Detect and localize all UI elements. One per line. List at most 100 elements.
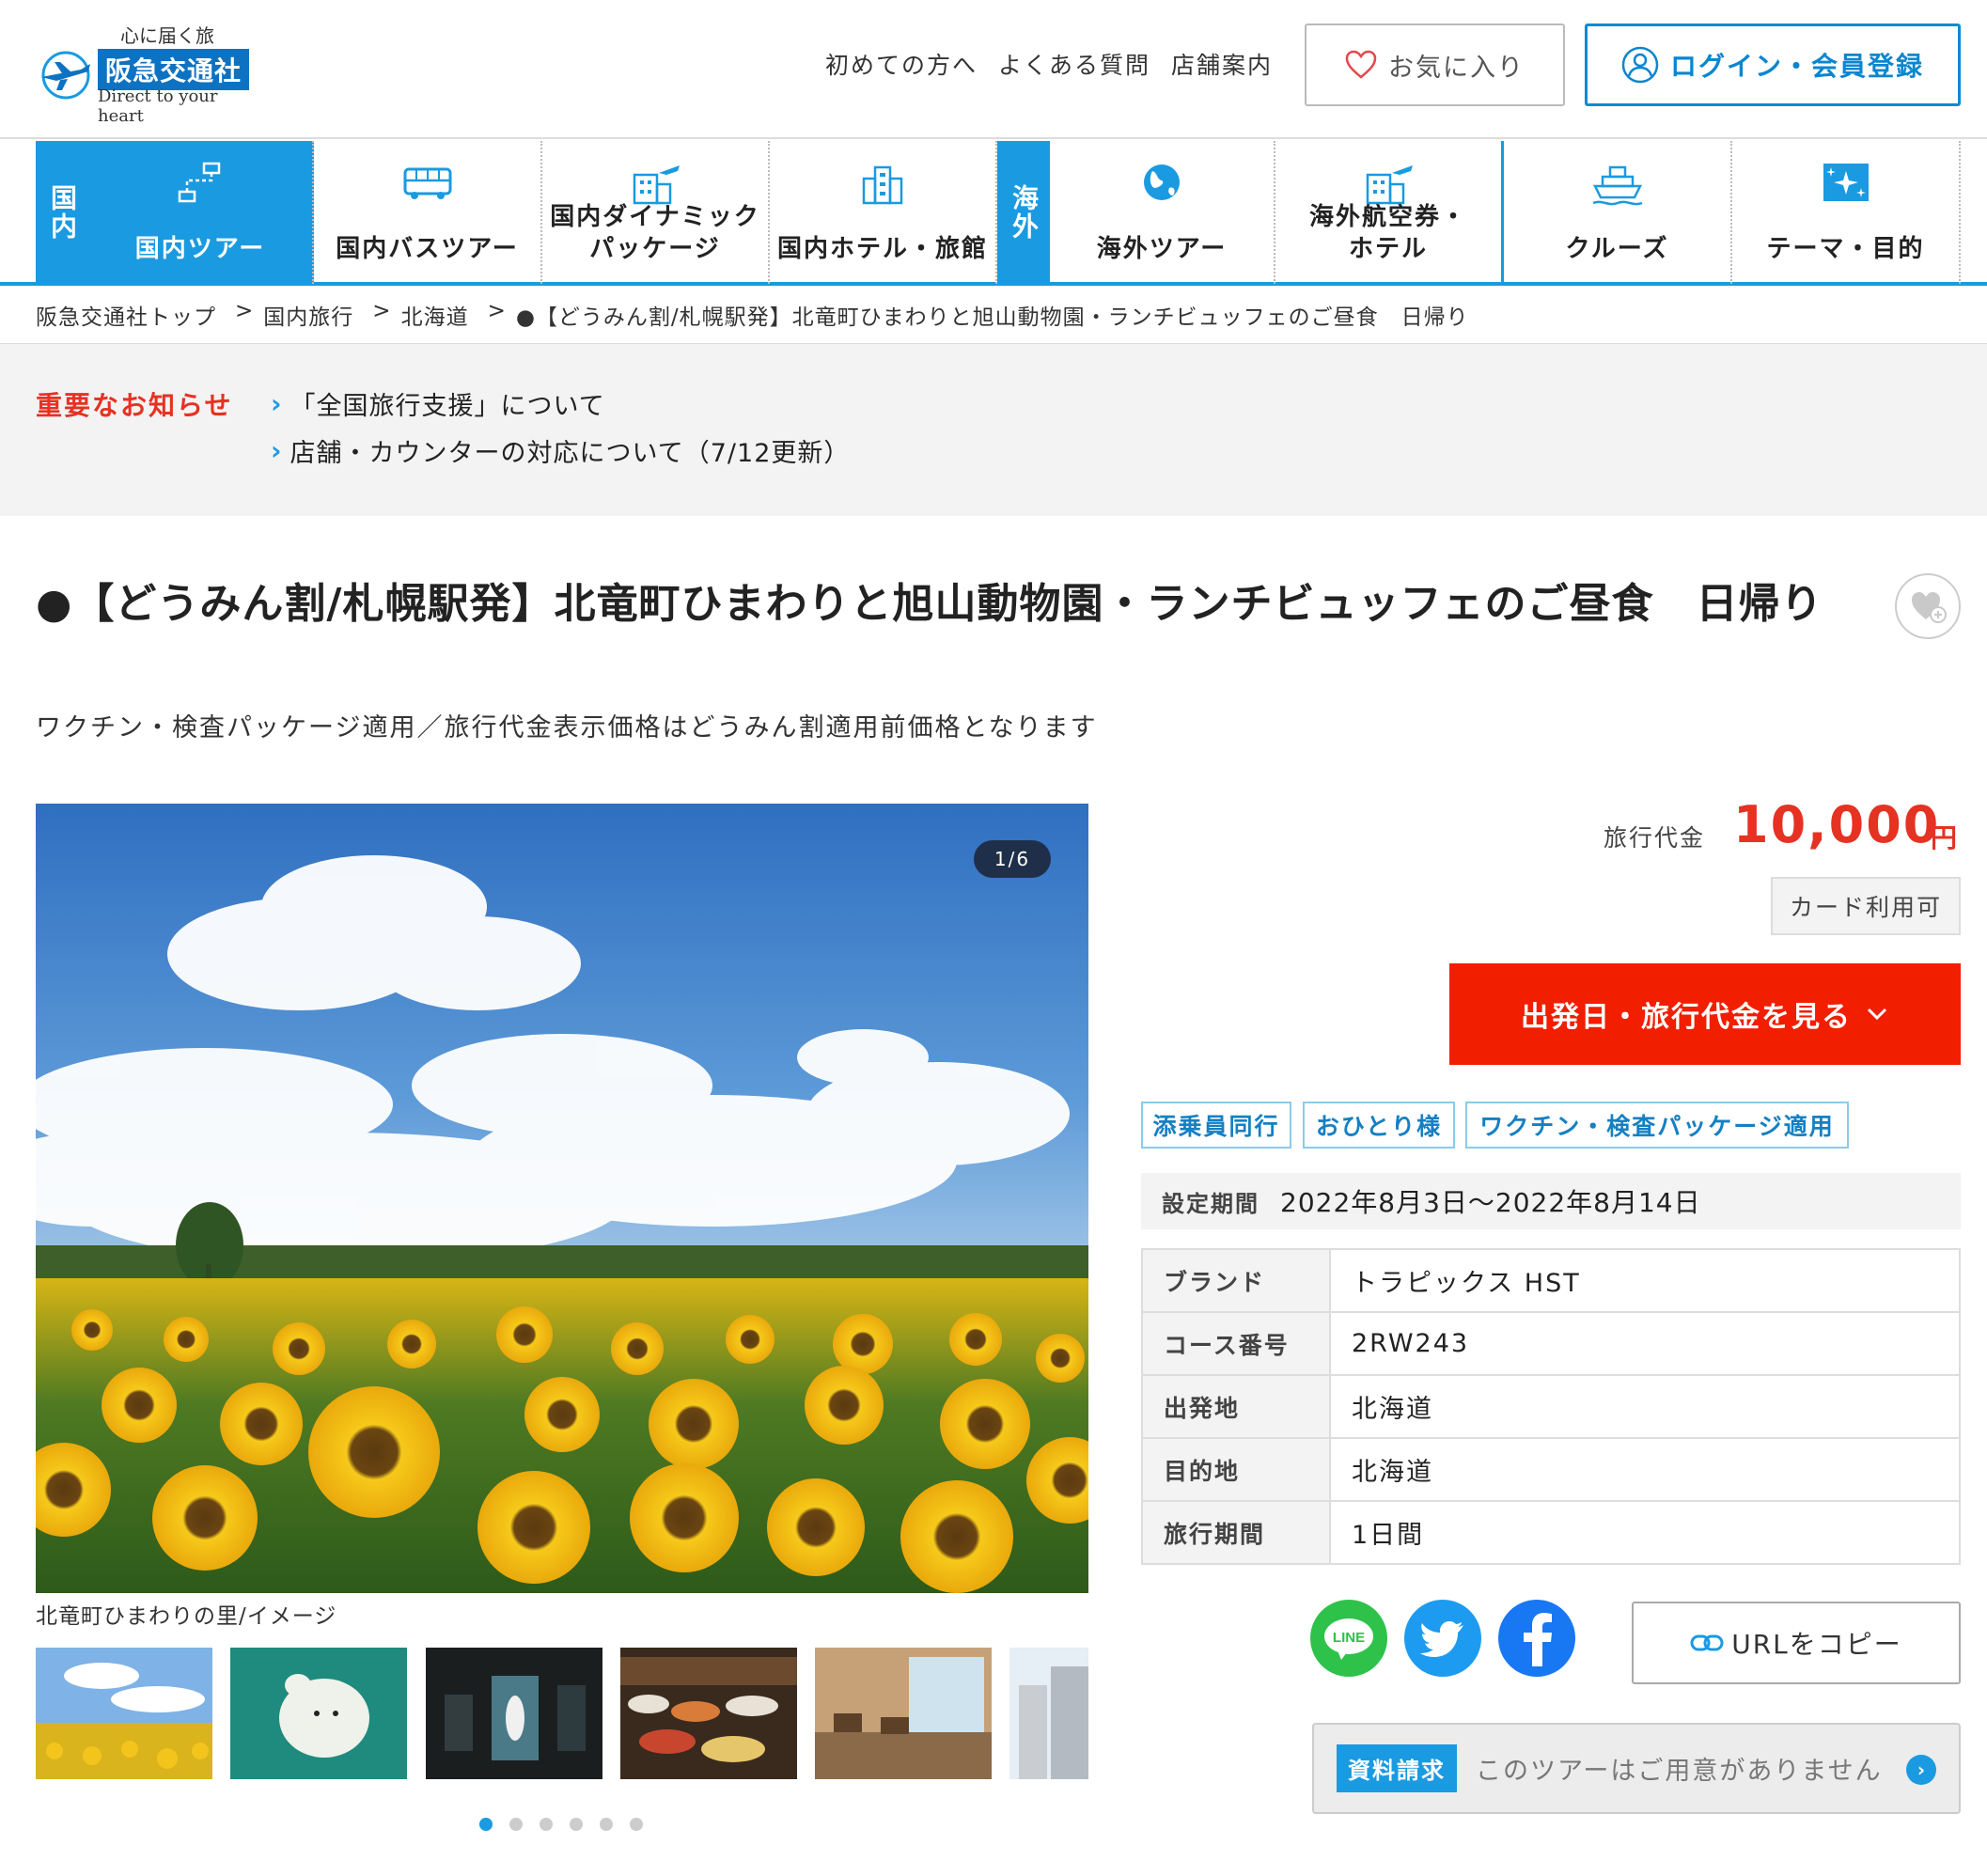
breadcrumb-current: ●【どうみん割/札幌駅発】北竜町ひまわりと旭山動物園・ランチビュッフェのご昼食 … bbox=[515, 305, 1469, 330]
info-value: 北海道 bbox=[1329, 1437, 1961, 1502]
notice-text: 店舗・カウンターの対応について（7/12更新） bbox=[289, 439, 851, 468]
line-icon: LINE bbox=[1324, 1618, 1373, 1660]
nav-label: 国内ダイナミック パッケージ bbox=[550, 203, 760, 263]
table-row: ブランド トラピックス HST bbox=[1141, 1248, 1961, 1313]
carousel-dot[interactable] bbox=[479, 1818, 493, 1831]
ship-icon bbox=[1592, 165, 1642, 206]
tag-vaccine-package: ワクチン・検査パッケージ適用 bbox=[1465, 1102, 1849, 1149]
chevron-right-icon: › bbox=[271, 435, 283, 466]
carousel-dot[interactable] bbox=[600, 1818, 613, 1831]
header-links: 初めての方へ よくある質問 店舗案内 bbox=[825, 47, 1273, 81]
heart-icon bbox=[1345, 50, 1377, 79]
info-value: 北海道 bbox=[1329, 1374, 1961, 1439]
line-share-button[interactable]: LINE bbox=[1310, 1600, 1387, 1677]
facebook-share-button[interactable] bbox=[1498, 1600, 1575, 1677]
thumbnail-polar-bear[interactable] bbox=[230, 1648, 407, 1779]
route-icon bbox=[178, 162, 221, 203]
thumbnail-sunflowers[interactable] bbox=[36, 1648, 212, 1779]
carousel-dot[interactable] bbox=[630, 1818, 643, 1831]
breadcrumb-separator: > bbox=[487, 299, 507, 323]
nav-label: 国内ホテル・旅館 bbox=[776, 235, 988, 263]
thumbnail-restaurant[interactable] bbox=[815, 1648, 992, 1779]
breadcrumb-separator: > bbox=[235, 299, 255, 323]
info-value: トラピックス HST bbox=[1329, 1248, 1961, 1313]
logo-name: 阪急交通社 bbox=[98, 49, 250, 90]
login-label: ログイン・会員登録 bbox=[1669, 51, 1924, 82]
carousel-dot[interactable] bbox=[540, 1818, 553, 1831]
sparkle-icon bbox=[1823, 164, 1869, 201]
thumbnail-image bbox=[36, 1648, 212, 1779]
request-text: このツアーはご用意がありません bbox=[1476, 1757, 1883, 1786]
breadcrumb-item[interactable]: 国内旅行 bbox=[263, 299, 353, 331]
notice-label: 重要なお知らせ bbox=[36, 390, 233, 421]
thumbnail-image bbox=[426, 1648, 602, 1779]
nav-domestic-bus[interactable]: 国内バスツアー bbox=[314, 141, 542, 284]
hotel-plane-icon bbox=[1366, 165, 1413, 205]
hotel-plane-icon bbox=[633, 165, 680, 205]
nav-domestic-dynamic[interactable]: 国内ダイナミック パッケージ bbox=[542, 141, 770, 284]
main-photo-sunflower-field[interactable] bbox=[36, 804, 1088, 1593]
globe-icon bbox=[1144, 164, 1180, 200]
twitter-share-button[interactable] bbox=[1404, 1600, 1481, 1677]
building-icon bbox=[862, 165, 903, 205]
thumbnail-image bbox=[1009, 1648, 1088, 1779]
logo-english: Direct to your heart bbox=[98, 86, 218, 126]
thumbnail-hotel[interactable] bbox=[1009, 1648, 1088, 1779]
notice-link[interactable]: › 「全国旅行支援」について bbox=[271, 385, 605, 422]
nav-label: 国内バスツアー bbox=[336, 235, 519, 263]
favorites-label: お気に入り bbox=[1388, 53, 1525, 83]
chevron-right-icon: › bbox=[271, 388, 283, 419]
page-subtitle: ワクチン・検査パッケージ適用／旅行代金表示価格はどうみん割適用前価格となります bbox=[36, 713, 1098, 743]
link-faq[interactable]: よくある質問 bbox=[998, 47, 1150, 81]
view-dates-prices-button[interactable]: 出発日・旅行代金を見る bbox=[1449, 963, 1961, 1065]
set-period: 設定期間 2022年8月3日〜2022年8月14日 bbox=[1141, 1173, 1961, 1229]
price-unit: 円 bbox=[1931, 822, 1958, 853]
carousel-dot[interactable] bbox=[570, 1818, 583, 1831]
nav-domestic-hotel[interactable]: 国内ホテル・旅館 bbox=[770, 141, 997, 284]
breadcrumb-separator: > bbox=[372, 299, 392, 323]
nav-label: 海外航空券・ ホテル bbox=[1308, 203, 1467, 263]
link-first-time[interactable]: 初めての方へ bbox=[825, 47, 978, 81]
chevron-right-circle-icon: › bbox=[1906, 1755, 1936, 1785]
nav-overseas-tour[interactable]: 海外ツアー bbox=[1050, 141, 1275, 284]
info-key: 目的地 bbox=[1141, 1437, 1331, 1502]
copy-url-button[interactable]: URLをコピー bbox=[1632, 1602, 1961, 1684]
nav-domestic-label: 国内 bbox=[36, 141, 88, 284]
chevron-down-icon bbox=[1867, 1008, 1887, 1021]
important-notice: 重要なお知らせ › 「全国旅行支援」について › 店舗・カウンターの対応について… bbox=[0, 344, 1987, 516]
breadcrumb: 阪急交通社トップ > 国内旅行 > 北海道 > ●【どうみん割/札幌駅発】北竜町… bbox=[36, 299, 1469, 331]
add-favorite-button[interactable] bbox=[1895, 573, 1961, 639]
logo-plane-icon bbox=[41, 51, 90, 100]
table-row: コース番号 2RW243 bbox=[1141, 1311, 1961, 1376]
thumbnail-buffet[interactable] bbox=[620, 1648, 797, 1779]
nav-label: テーマ・目的 bbox=[1766, 235, 1925, 263]
breadcrumb-item[interactable]: 阪急交通社トップ bbox=[36, 299, 216, 331]
period-value: 2022年8月3日〜2022年8月14日 bbox=[1280, 1187, 1701, 1218]
category-nav: 国内 国内ツアー 国内バスツアー 国内ダイナミック パッケージ 国内ホテル・旅館… bbox=[0, 137, 1987, 286]
twitter-icon bbox=[1420, 1621, 1463, 1657]
favorites-button[interactable]: お気に入り bbox=[1305, 23, 1565, 106]
nav-domestic-tour[interactable]: 国内ツアー bbox=[88, 141, 314, 284]
carousel-dot[interactable] bbox=[509, 1818, 523, 1831]
price-value: 10,000 bbox=[1733, 795, 1941, 854]
login-button[interactable]: ログイン・会員登録 bbox=[1585, 23, 1961, 106]
link-icon bbox=[1690, 1634, 1724, 1651]
nav-cruise[interactable]: クルーズ bbox=[1504, 141, 1732, 284]
link-stores[interactable]: 店舗案内 bbox=[1171, 47, 1273, 81]
cta-label: 出発日・旅行代金を見る bbox=[1521, 1001, 1852, 1034]
info-key: ブランド bbox=[1141, 1248, 1331, 1313]
thumbnail-aquarium[interactable] bbox=[426, 1648, 602, 1779]
image-caption: 北竜町ひまわりの里/イメージ bbox=[36, 1604, 337, 1629]
nav-theme[interactable]: テーマ・目的 bbox=[1732, 141, 1961, 284]
breadcrumb-item[interactable]: 北海道 bbox=[401, 299, 469, 331]
site-logo[interactable]: 心に届く旅 阪急交通社 Direct to your heart bbox=[36, 19, 252, 126]
nav-label: 海外ツアー bbox=[1096, 235, 1228, 263]
card-accepted-badge: カード利用可 bbox=[1771, 877, 1961, 935]
notice-text: 「全国旅行支援」について bbox=[289, 392, 605, 421]
notice-link[interactable]: › 店舗・カウンターの対応について（7/12更新） bbox=[271, 432, 850, 469]
info-key: 出発地 bbox=[1141, 1374, 1331, 1439]
sunflower-photo bbox=[36, 804, 1088, 1593]
brochure-request-button[interactable]: 資料請求 このツアーはご用意がありません › bbox=[1312, 1723, 1961, 1814]
table-row: 旅行期間 1日間 bbox=[1141, 1500, 1961, 1565]
nav-overseas-air-hotel[interactable]: 海外航空券・ ホテル bbox=[1275, 141, 1504, 284]
